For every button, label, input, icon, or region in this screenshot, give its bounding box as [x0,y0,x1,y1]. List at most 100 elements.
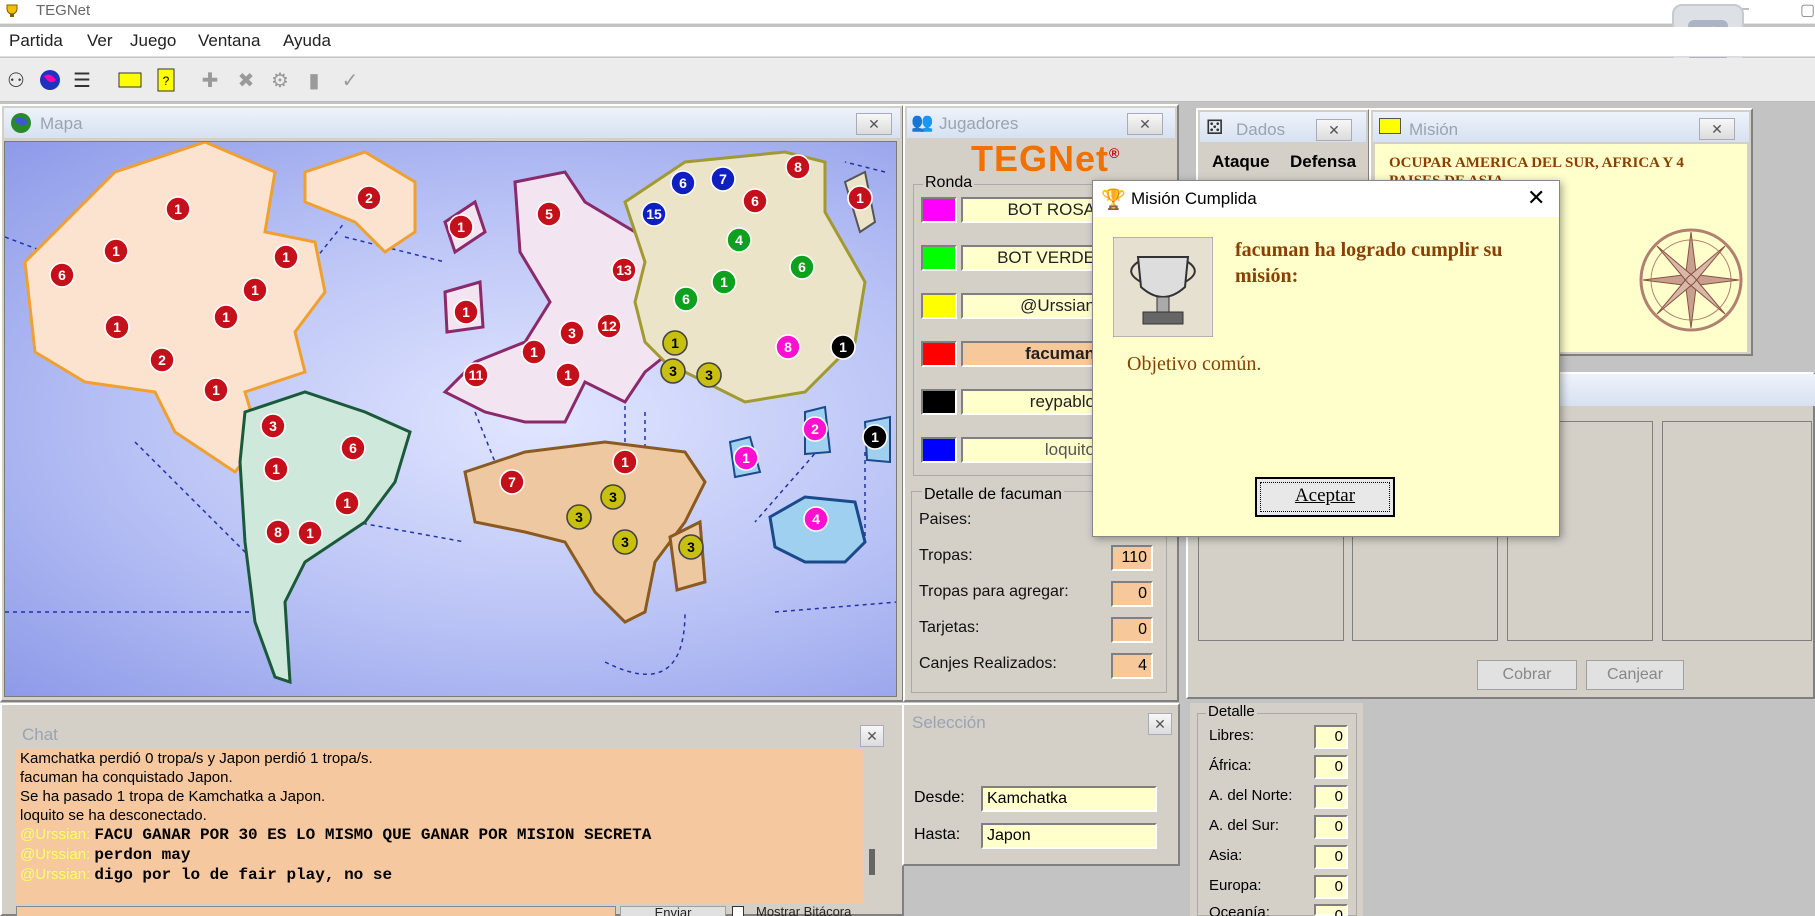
army-marker: 1 [521,339,547,365]
menu-juego[interactable]: Juego [130,31,176,51]
svg-text:1: 1 [871,429,879,445]
svg-text:1: 1 [530,344,538,360]
north-america-value: 0 [1314,785,1348,809]
canjear-button[interactable]: Canjear [1586,660,1684,690]
army-marker: 1 [263,456,289,482]
army-marker: 1 [830,334,856,360]
army-marker: 1 [662,330,688,356]
player-color-swatch [921,389,957,415]
europe-value: 0 [1314,875,1348,899]
svg-text:1: 1 [282,249,290,265]
chat-message: @Urssian: perdon may [20,845,863,865]
army-marker: 2 [149,347,175,373]
list-icon[interactable]: ☰ [68,66,96,94]
player-detail-title: Detalle de facuman [922,486,1064,504]
tropas-value: 110 [1111,545,1153,571]
army-marker: 1 [273,244,299,270]
connect-icon[interactable]: ⚇ [2,66,30,94]
svg-text:3: 3 [609,489,617,505]
accept-button[interactable]: Aceptar [1255,477,1395,517]
chat-input[interactable] [16,906,616,916]
player-name: BOT VERDE [961,245,1101,271]
card-slot[interactable] [1662,421,1812,641]
players-close-button[interactable]: ✕ [1127,113,1163,135]
window-title: TEGNet [36,2,91,19]
region-asia [623,150,867,404]
svg-text:1: 1 [720,274,728,290]
svg-text:2: 2 [158,352,166,368]
from-field[interactable]: Kamchatka [981,786,1157,812]
player-color-swatch [921,437,957,463]
show-logs-checkbox[interactable] [732,906,744,916]
svg-text:8: 8 [794,159,802,175]
dice-panel: ⚄ Dados ✕ Ataque Defensa [1196,108,1370,188]
chat-line: facuman ha conquistado Japon. [20,769,233,786]
world-map[interactable]: 1 2 1 1 6 1 1 1 2 1 1 5 13 1 1 11 3 12 1… [4,141,897,697]
gear-icon[interactable]: ⚙ [266,66,294,94]
chat-line: Kamchatka perdió 0 tropa/s y Japon perdi… [20,750,373,767]
card-icon[interactable] [116,66,144,94]
svg-text:6: 6 [58,267,66,283]
maximize-icon[interactable]: ▢ [1800,0,1815,24]
svg-text:15: 15 [646,206,662,222]
map-title: Mapa [40,114,83,133]
mission-title: Misión [1409,120,1459,139]
selection-title: Selección [912,713,986,732]
svg-text:1: 1 [462,304,470,320]
cobrar-button[interactable]: Cobrar [1477,660,1577,690]
army-marker: 8 [785,154,811,180]
dice-close-button[interactable]: ✕ [1316,119,1352,141]
save-icon[interactable]: ▮ [300,66,328,94]
svg-text:1: 1 [112,243,120,259]
army-marker: 3 [678,534,704,560]
svg-text:5: 5 [545,206,553,222]
mission-complete-dialog: 🏆 Misión Cumplida ✕ facuman ha logrado c… [1092,180,1560,537]
svg-text:3: 3 [575,509,583,525]
army-marker: 3 [660,358,686,384]
check-icon[interactable]: ✓ [336,66,364,94]
army-marker: 1 [847,185,873,211]
show-logs-label: Mostrar Bitácora [756,904,852,916]
army-marker: 3 [260,413,286,439]
dialog-close-icon[interactable]: ✕ [1527,185,1545,211]
map-close-button[interactable]: ✕ [856,113,892,135]
selection-close-button[interactable]: ✕ [1148,713,1172,735]
add-icon[interactable]: ✚ [196,66,224,94]
chat-scrollbar[interactable] [869,849,875,875]
army-marker: 3 [566,504,592,530]
asia-label: Asia: [1209,847,1243,864]
svg-text:6: 6 [679,175,687,191]
army-marker: 1 [104,314,130,340]
army-marker: 3 [600,484,626,510]
svg-text:12: 12 [601,318,617,334]
players-panel-header: 👥 Jugadores ✕ [907,108,1175,138]
mission-close-button[interactable]: ✕ [1699,118,1735,140]
send-button[interactable]: Enviar [620,906,726,916]
menu-ventana[interactable]: Ventana [198,31,260,51]
chat-close-button[interactable]: ✕ [860,725,884,747]
player-name: reypablo [961,389,1101,415]
chat-user: @Urssian: [20,846,91,863]
svg-text:1: 1 [343,495,351,511]
chat-text: digo por lo de fair play, no se [94,866,393,884]
chat-user: @Urssian: [20,866,91,883]
svg-text:3: 3 [568,325,576,341]
cancel-icon[interactable]: ✖ [232,66,260,94]
svg-text:1: 1 [212,382,220,398]
svg-text:1: 1 [839,339,847,355]
globe-icon[interactable] [36,66,64,94]
trophy-icon: 🏆 [1101,189,1126,211]
player-name: @Urssian [961,293,1101,319]
to-field[interactable]: Japon [981,823,1157,849]
menu-ver[interactable]: Ver [87,31,113,51]
mission-icon[interactable]: ? [152,66,180,94]
menu-partida[interactable]: Partida [9,31,63,51]
army-marker: 8 [775,334,801,360]
army-marker: 1 [203,377,229,403]
menu-ayuda[interactable]: Ayuda [283,31,331,51]
svg-text:6: 6 [349,440,357,456]
dialog-title: Misión Cumplida [1131,189,1257,208]
to-label: Hasta: [914,826,961,843]
army-marker: 1 [733,445,759,471]
chat-log[interactable]: Kamchatka perdió 0 tropa/s y Japon perdi… [16,749,863,904]
